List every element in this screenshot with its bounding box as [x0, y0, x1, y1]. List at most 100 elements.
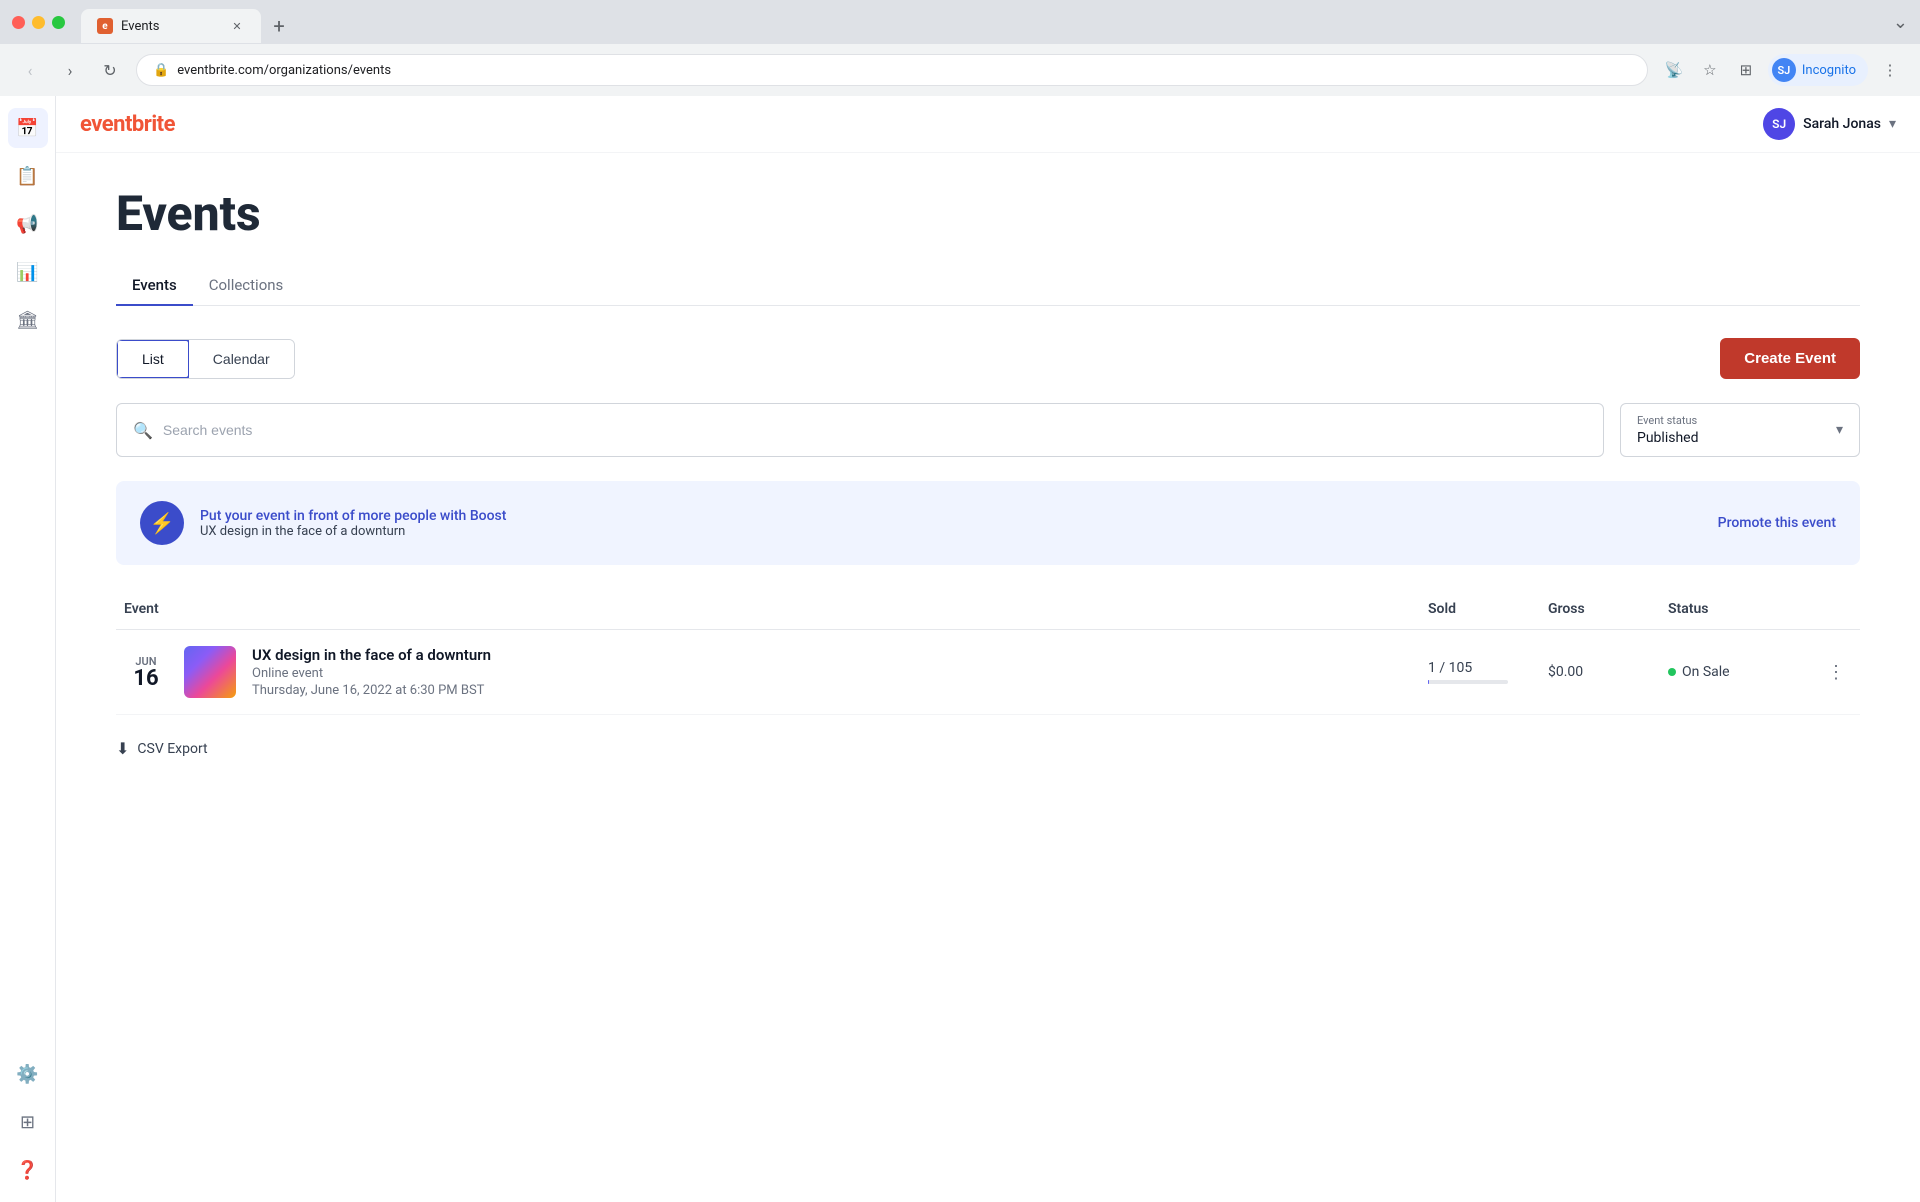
- tab-search-icon[interactable]: ⊞: [1732, 56, 1760, 84]
- sold-bar: [1428, 680, 1508, 684]
- status-filter-label: Event status: [1637, 414, 1698, 427]
- event-type: Online event: [252, 666, 1412, 681]
- app-header: eventbrite SJ Sarah Jonas ▾: [56, 96, 1920, 153]
- boost-banner: ⚡ Put your event in front of more people…: [116, 481, 1860, 565]
- col-header-actions: [1820, 601, 1860, 617]
- tab-close-button[interactable]: ✕: [229, 18, 245, 34]
- csv-export-button[interactable]: ⬇ CSV Export: [116, 739, 1860, 758]
- table-row: JUN 16 UX design in the face of a downtu…: [116, 630, 1860, 715]
- create-event-button[interactable]: Create Event: [1720, 338, 1860, 379]
- search-filter-row: 🔍 Event status Published ▾: [116, 403, 1860, 457]
- forward-button[interactable]: ›: [56, 56, 84, 84]
- address-bar[interactable]: 🔒 eventbrite.com/organizations/events: [136, 54, 1648, 86]
- search-icon: 🔍: [133, 421, 153, 440]
- lock-icon: 🔒: [153, 63, 169, 78]
- url-text: eventbrite.com/organizations/events: [177, 63, 1631, 78]
- window-minimize[interactable]: [32, 16, 45, 29]
- table-header: Event Sold Gross Status: [116, 589, 1860, 630]
- browser-tab[interactable]: e Events ✕: [81, 9, 261, 43]
- user-menu[interactable]: SJ Sarah Jonas ▾: [1763, 108, 1896, 140]
- sidebar-item-calendar[interactable]: 📅: [8, 108, 48, 148]
- sidebar-item-orders[interactable]: 📋: [8, 156, 48, 196]
- gear-icon: ⚙️: [16, 1064, 38, 1085]
- boost-main-text: Put your event in front of more people w…: [200, 508, 506, 524]
- status-text: On Sale: [1682, 664, 1730, 680]
- event-details: UX design in the face of a downturn Onli…: [252, 646, 1412, 698]
- calendar-view-button[interactable]: Calendar: [189, 340, 294, 378]
- window-close[interactable]: [12, 16, 25, 29]
- event-datetime: Thursday, June 16, 2022 at 6:30 PM BST: [252, 683, 1412, 698]
- promote-event-link[interactable]: Promote this event: [1718, 515, 1836, 531]
- bookmark-icon[interactable]: ☆: [1696, 56, 1724, 84]
- status-filter-value: Published: [1637, 430, 1698, 446]
- boost-content: ⚡ Put your event in front of more people…: [140, 501, 506, 545]
- event-thumb-image: [184, 646, 236, 698]
- sidebar: 📅 📋 📢 📊 🏛 ⚙️ ⊞ ❓: [0, 96, 56, 1202]
- download-icon: ⬇: [116, 739, 129, 758]
- more-menu-icon[interactable]: ⋮: [1876, 56, 1904, 84]
- profile-avatar: SJ: [1772, 58, 1796, 82]
- calendar-icon: 📅: [16, 118, 38, 139]
- page-tabs: Events Collections: [116, 266, 1860, 306]
- gross-cell: $0.00: [1540, 664, 1660, 680]
- sold-cell: 1 / 105: [1420, 660, 1540, 684]
- main-content: Events Events Collections List Calendar …: [56, 153, 1920, 1202]
- profile-button[interactable]: SJ Incognito: [1768, 54, 1868, 86]
- search-box[interactable]: 🔍: [116, 403, 1604, 457]
- row-more-button[interactable]: ⋮: [1820, 656, 1852, 688]
- event-cell: JUN 16 UX design in the face of a downtu…: [116, 646, 1420, 698]
- sidebar-item-analytics[interactable]: 📊: [8, 252, 48, 292]
- sold-bar-fill: [1428, 680, 1429, 684]
- event-name[interactable]: UX design in the face of a downturn: [252, 646, 1412, 664]
- sidebar-item-marketing[interactable]: 📢: [8, 204, 48, 244]
- sidebar-item-apps[interactable]: ⊞: [8, 1102, 48, 1142]
- cast-icon[interactable]: 📡: [1660, 56, 1688, 84]
- event-day: 16: [124, 668, 168, 690]
- tab-favicon: e: [97, 18, 113, 34]
- app-logo[interactable]: eventbrite: [80, 112, 175, 137]
- status-filter-dropdown[interactable]: Event status Published ▾: [1620, 403, 1860, 457]
- profile-text: Incognito: [1802, 63, 1856, 78]
- user-avatar: SJ: [1763, 108, 1795, 140]
- tabs-menu-button[interactable]: ⌄: [1893, 12, 1908, 41]
- sold-value: 1 / 105: [1428, 660, 1472, 676]
- event-thumbnail: [184, 646, 236, 698]
- sidebar-item-help[interactable]: ❓: [8, 1150, 48, 1190]
- col-header-status: Status: [1660, 601, 1820, 617]
- sidebar-item-settings[interactable]: ⚙️: [8, 1054, 48, 1094]
- status-cell: On Sale: [1660, 664, 1820, 680]
- help-icon: ❓: [16, 1160, 38, 1181]
- back-button[interactable]: ‹: [16, 56, 44, 84]
- boost-text: Put your event in front of more people w…: [200, 508, 506, 539]
- sidebar-item-venue[interactable]: 🏛: [8, 300, 48, 340]
- page-title: Events: [116, 185, 1860, 242]
- col-header-event: Event: [116, 601, 1420, 617]
- window-maximize[interactable]: [52, 16, 65, 29]
- gross-value: $0.00: [1548, 664, 1583, 680]
- list-view-button[interactable]: List: [116, 339, 190, 379]
- apps-icon: ⊞: [20, 1112, 35, 1133]
- tab-events[interactable]: Events: [116, 266, 193, 306]
- tab-title: Events: [121, 19, 221, 34]
- refresh-button[interactable]: ↻: [96, 56, 124, 84]
- tab-collections[interactable]: Collections: [193, 266, 300, 306]
- view-controls: List Calendar Create Event: [116, 338, 1860, 379]
- user-name: Sarah Jonas: [1803, 116, 1881, 132]
- col-header-gross: Gross: [1540, 601, 1660, 617]
- megaphone-icon: 📢: [16, 214, 38, 235]
- csv-export-label: CSV Export: [137, 741, 207, 757]
- search-input[interactable]: [163, 422, 1587, 438]
- event-date: JUN 16: [124, 655, 168, 690]
- new-tab-button[interactable]: +: [265, 12, 293, 40]
- status-dot-icon: [1668, 668, 1676, 676]
- venue-icon: 🏛: [16, 310, 39, 331]
- events-table: Event Sold Gross Status JUN 16: [116, 589, 1860, 715]
- user-menu-chevron-icon: ▾: [1889, 116, 1896, 132]
- analytics-icon: 📊: [16, 262, 38, 283]
- status-filter-chevron-icon: ▾: [1836, 422, 1843, 438]
- view-toggle: List Calendar: [116, 339, 295, 379]
- col-header-sold: Sold: [1420, 601, 1540, 617]
- boost-icon: ⚡: [140, 501, 184, 545]
- orders-icon: 📋: [16, 166, 38, 187]
- boost-sub-text: UX design in the face of a downturn: [200, 524, 506, 539]
